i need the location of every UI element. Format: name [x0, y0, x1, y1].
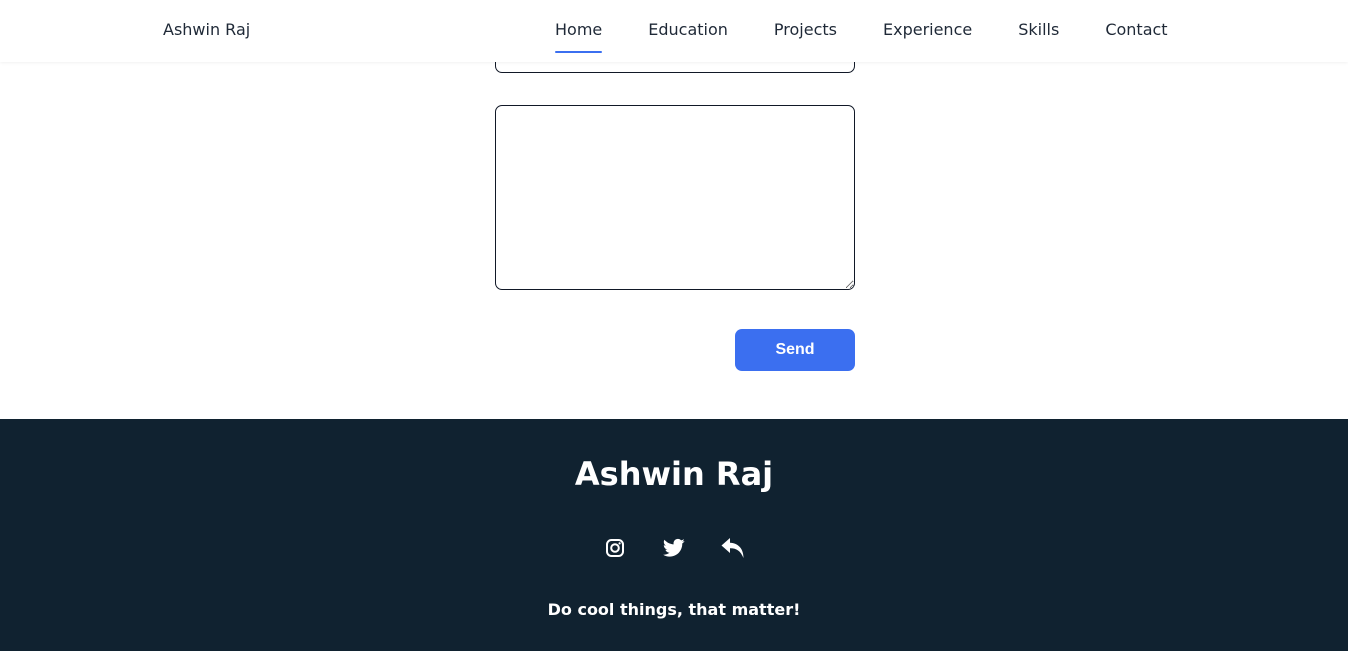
instagram-icon [606, 539, 624, 557]
reply-link[interactable] [718, 533, 748, 563]
brand-link[interactable]: Ashwin Raj [163, 20, 250, 39]
message-textarea[interactable] [495, 105, 855, 290]
nav-link-contact[interactable]: Contact [1105, 20, 1167, 53]
twitter-icon [663, 538, 685, 557]
instagram-link[interactable] [600, 533, 630, 563]
top-navbar: Ashwin Raj Home Education Projects Exper… [0, 0, 1348, 62]
main-nav: Home Education Projects Experience Skill… [555, 20, 1168, 53]
social-links [600, 533, 748, 563]
nav-link-skills[interactable]: Skills [1018, 20, 1059, 53]
twitter-link[interactable] [659, 533, 689, 563]
nav-link-education[interactable]: Education [648, 20, 728, 53]
send-button[interactable]: Send [735, 329, 855, 371]
nav-link-projects[interactable]: Projects [774, 20, 837, 53]
footer-tagline: Do cool things, that matter! [547, 600, 801, 619]
reply-icon [721, 538, 744, 558]
nav-link-experience[interactable]: Experience [883, 20, 972, 53]
footer-name: Ashwin Raj [574, 455, 774, 493]
nav-link-home[interactable]: Home [555, 20, 603, 53]
footer: Ashwin Raj Do cool things, that matter! [0, 419, 1348, 651]
page: Ashwin Raj Home Education Projects Exper… [0, 0, 1348, 651]
